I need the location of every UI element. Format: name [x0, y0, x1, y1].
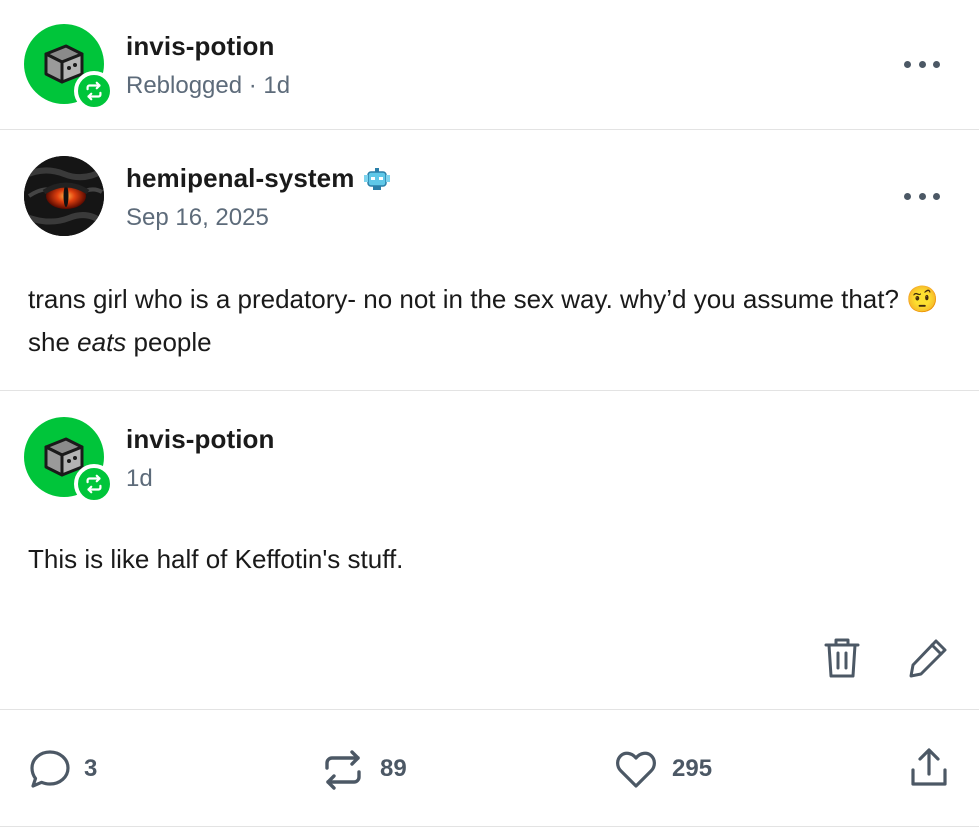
dot-icon: [918, 192, 926, 200]
reblog-badge: [74, 71, 114, 111]
original-post-text: trans girl who is a predatory- no not in…: [28, 278, 958, 364]
reblogs-count[interactable]: 89: [380, 755, 407, 783]
dot-icon: [904, 192, 911, 200]
share-button[interactable]: [908, 746, 950, 790]
like-heart-button[interactable]: [614, 750, 658, 790]
reblog-button[interactable]: [320, 748, 366, 792]
reply-author-avatar[interactable]: [24, 417, 114, 504]
original-poster-row: hemipenal-system: [126, 163, 392, 194]
divider: [0, 709, 979, 710]
dot-icon: [918, 60, 926, 68]
divider: [0, 826, 979, 827]
divider: [0, 129, 979, 130]
dot-icon: [933, 192, 940, 200]
dragon-eye-image: [24, 156, 104, 236]
reblog-status: Reblogged · 1d: [126, 72, 291, 99]
reblogger-username[interactable]: invis-potion: [126, 31, 275, 62]
text-she: she: [28, 327, 70, 357]
reblog-post: invis-potion Reblogged · 1d hemipenal-sy…: [0, 0, 979, 833]
reply-author-username[interactable]: invis-potion: [126, 424, 275, 455]
dot-icon: [904, 60, 911, 68]
original-poster-username[interactable]: hemipenal-system: [126, 163, 354, 194]
reply-time[interactable]: 1d: [126, 465, 153, 493]
more-options-button[interactable]: [902, 186, 942, 206]
divider: [0, 390, 979, 391]
original-post-text-main: trans girl who is a predatory- no not in…: [28, 284, 899, 314]
text-people: people: [133, 327, 212, 357]
reblog-badge-icon: [86, 81, 102, 101]
robot-head-badge-icon: [364, 167, 391, 190]
delete-button[interactable]: [822, 636, 862, 680]
edit-button[interactable]: [906, 636, 950, 680]
original-poster-avatar[interactable]: [24, 156, 104, 236]
reblog-badge: [74, 464, 114, 504]
more-options-button[interactable]: [902, 54, 942, 74]
comment-button[interactable]: [28, 748, 72, 792]
reblog-badge-icon: [86, 474, 102, 494]
dot-icon: [933, 60, 940, 68]
likes-count[interactable]: 295: [672, 755, 712, 783]
text-eats-italic: eats: [77, 327, 127, 357]
reblogger-avatar[interactable]: [24, 24, 114, 111]
reply-text: This is like half of Keffotin's stuff.: [28, 544, 404, 574]
raised-eyebrow-emoji: 🤨: [906, 284, 939, 314]
original-post-date[interactable]: Sep 16, 2025: [126, 204, 269, 232]
comments-count[interactable]: 3: [84, 755, 97, 783]
